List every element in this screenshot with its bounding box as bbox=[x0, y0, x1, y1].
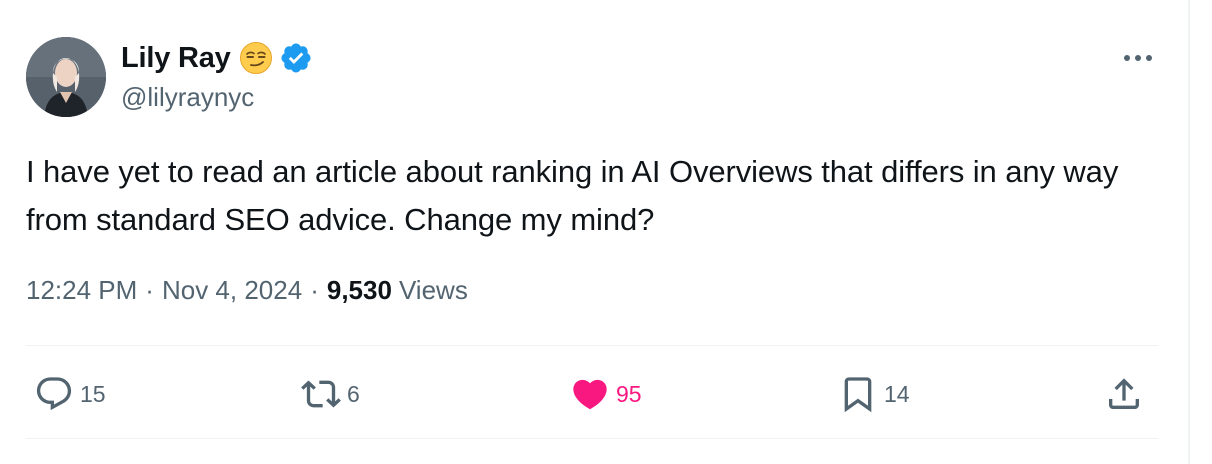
like-button[interactable]: 95 bbox=[570, 374, 642, 414]
divider bbox=[26, 438, 1158, 439]
like-count: 95 bbox=[616, 380, 642, 407]
tweet-time[interactable]: 12:24 PM bbox=[26, 275, 137, 306]
verified-badge-icon[interactable] bbox=[279, 41, 313, 75]
heart-icon bbox=[573, 379, 607, 410]
divider bbox=[26, 345, 1158, 346]
reply-icon bbox=[36, 377, 72, 411]
views-count[interactable]: 9,530 bbox=[327, 275, 392, 306]
share-icon bbox=[1109, 378, 1139, 409]
bookmark-count: 14 bbox=[884, 380, 910, 407]
reply-button[interactable]: 15 bbox=[34, 374, 106, 414]
bookmark-icon bbox=[844, 377, 872, 413]
share-button[interactable] bbox=[1104, 374, 1144, 414]
meta-separator: · bbox=[310, 275, 319, 305]
tweet-date[interactable]: Nov 4, 2024 bbox=[162, 275, 302, 306]
meta-separator: · bbox=[145, 275, 154, 305]
avatar[interactable] bbox=[26, 37, 106, 117]
tweet-meta: 12:24 PM · Nov 4, 2024 · 9,530 Views bbox=[26, 275, 468, 306]
retweet-button[interactable]: 6 bbox=[301, 374, 360, 414]
author-name-row[interactable]: Lily Ray bbox=[121, 38, 313, 78]
bookmark-button[interactable]: 14 bbox=[838, 374, 910, 414]
smirking-face-icon bbox=[239, 41, 273, 75]
tweet-text: I have yet to read an article about rank… bbox=[26, 154, 1119, 237]
retweet-icon bbox=[301, 380, 341, 408]
views-label: Views bbox=[398, 275, 468, 305]
more-options-icon[interactable] bbox=[1120, 48, 1156, 68]
avatar-photo bbox=[26, 37, 106, 117]
author-name[interactable]: Lily Ray bbox=[121, 42, 231, 75]
reply-count: 15 bbox=[80, 380, 106, 407]
retweet-count: 6 bbox=[347, 380, 360, 407]
timeline-border bbox=[1188, 0, 1190, 464]
author-handle[interactable]: @lilyraynyc bbox=[121, 82, 254, 113]
